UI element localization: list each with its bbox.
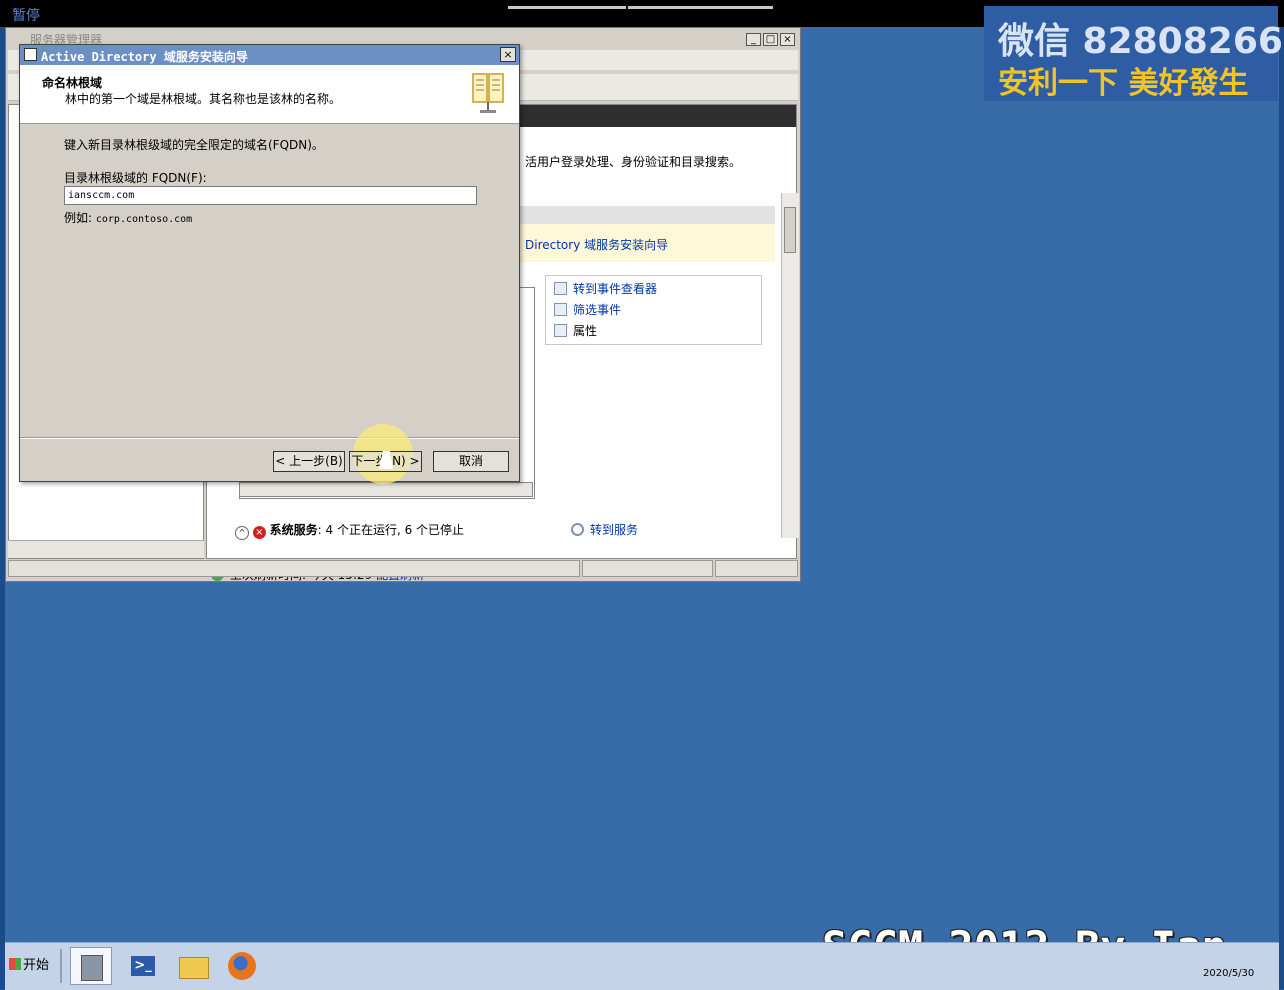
role-description: 活用户登录处理、身份验证和目录搜索。 — [525, 155, 742, 169]
wizard-titlebar[interactable]: Active Directory 域服务安装向导 × — [20, 45, 519, 65]
status-pane — [715, 560, 798, 577]
go-to-services-label[interactable]: 转到服务 — [590, 523, 638, 537]
action-label[interactable]: 筛选事件 — [573, 303, 621, 317]
example-value: corp.contoso.com — [95, 214, 193, 225]
maximize-button[interactable]: □ — [763, 33, 778, 46]
wizard-prompt: 键入新目录林根级域的完全限定的域名(FQDN)。 — [64, 138, 324, 152]
file-explorer-icon[interactable] — [172, 947, 214, 985]
wizard-header: 命名林根域 林中的第一个域是林根域。其名称也是该林的名称。 — [20, 65, 519, 124]
watermark-banner: 微信 82808266 安利一下 美好發生 — [984, 6, 1283, 101]
wizard-title: Active Directory 域服务安装向导 — [41, 50, 248, 64]
services-gear-icon — [571, 523, 584, 536]
watermark-line1: 微信 82808266 — [998, 21, 1283, 62]
wizard-heading: 命名林根域 — [42, 76, 103, 90]
fqdn-field-label: 目录林根级域的 FQDN(F): — [64, 171, 207, 185]
firefox-glyph — [228, 952, 256, 980]
taskbar-divider — [60, 949, 62, 983]
cancel-button[interactable]: 取消 — [433, 451, 509, 472]
actions-panel: 转到事件查看器 筛选事件 属性 — [545, 275, 762, 345]
events-horizontal-scrollbar[interactable] — [239, 482, 533, 497]
error-icon: × — [252, 526, 266, 539]
collapse-icon[interactable]: ^ — [235, 526, 249, 540]
status-bar — [8, 560, 798, 578]
folder-glyph — [179, 957, 209, 979]
ad-ds-install-wizard: Active Directory 域服务安装向导 × 命名林根域 林中的第一个域… — [19, 44, 520, 484]
go-to-services-link[interactable]: 转到服务 — [571, 521, 638, 538]
action-properties[interactable]: 属性 — [554, 322, 597, 340]
wizard-notice-link[interactable]: Directory 域服务安装向导 — [525, 236, 668, 253]
server-manager-icon[interactable] — [70, 947, 112, 985]
status-pane — [582, 560, 713, 577]
filter-icon — [554, 303, 567, 316]
vm-tab-indicator — [628, 6, 773, 9]
server-manager-glyph — [81, 955, 103, 981]
powershell-glyph: >_ — [131, 956, 155, 976]
action-label[interactable]: 转到事件查看器 — [573, 282, 657, 296]
wizard-separator — [20, 437, 519, 439]
action-filter-events[interactable]: 筛选事件 — [554, 301, 621, 319]
windows-logo-icon — [9, 958, 21, 970]
firefox-icon[interactable] — [222, 947, 264, 985]
tray-clock-date[interactable]: 2020/5/30 — [1203, 968, 1254, 979]
action-event-viewer[interactable]: 转到事件查看器 — [554, 280, 657, 298]
event-viewer-icon — [554, 282, 567, 295]
back-button[interactable]: < 上一步(B) — [273, 451, 345, 472]
vm-frame-right — [1279, 27, 1284, 989]
wizard-subheading: 林中的第一个域是林根域。其名称也是该林的名称。 — [65, 92, 342, 106]
fqdn-input[interactable]: iansccm.com — [64, 186, 477, 205]
start-label: 开始 — [23, 958, 50, 973]
start-button[interactable]: 开始 — [5, 947, 57, 985]
fqdn-example: 例如: corp.contoso.com — [64, 209, 192, 226]
tree-horizontal-scrollbar[interactable] — [8, 540, 204, 558]
watermark-line2: 安利一下 美好發生 — [998, 66, 1249, 101]
system-services-detail: : 4 个正在运行, 6 个已停止 — [317, 523, 465, 537]
vm-tab-indicator — [508, 6, 626, 9]
status-pane — [8, 560, 580, 577]
taskbar: 开始 >_ 2020/5/30 — [5, 942, 1279, 990]
example-label: 例如: — [64, 211, 93, 225]
book-icon — [472, 73, 504, 113]
system-services-label: 系统服务 — [269, 523, 318, 537]
wizard-close-button[interactable]: × — [500, 47, 516, 62]
powershell-icon[interactable]: >_ — [122, 947, 164, 985]
close-button[interactable]: × — [780, 33, 795, 46]
properties-icon — [554, 324, 567, 337]
system-services-row: ^ × 系统服务: 4 个正在运行, 6 个已停止 — [235, 521, 464, 540]
vm-pause-label[interactable]: 暂停 — [12, 5, 40, 25]
scrollbar-thumb[interactable] — [784, 207, 796, 253]
wizard-app-icon — [24, 48, 37, 61]
action-label[interactable]: 属性 — [573, 324, 597, 338]
minimize-button[interactable]: _ — [746, 33, 761, 46]
details-vertical-scrollbar[interactable] — [781, 193, 799, 538]
system-tray[interactable] — [1035, 947, 1275, 985]
